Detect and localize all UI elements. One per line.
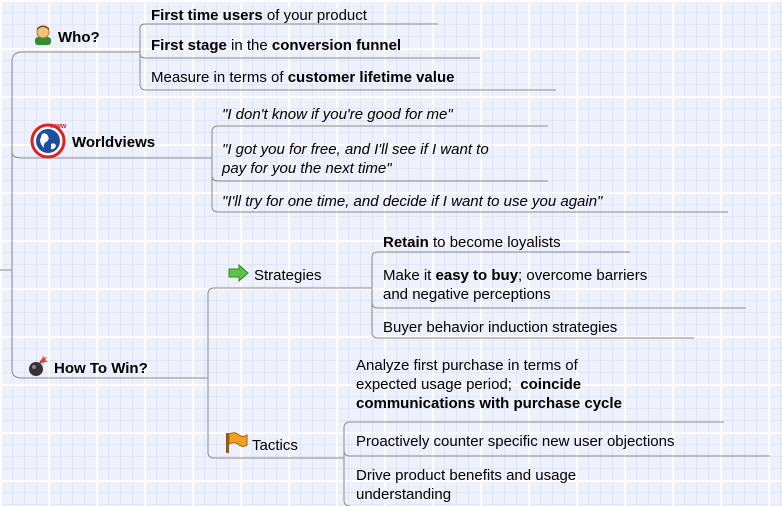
- tactic-item-1-line-3: communications with purchase cycle: [356, 395, 622, 412]
- who-item-3[interactable]: Measure in terms of customer lifetime va…: [151, 68, 454, 87]
- who-item-2[interactable]: First stage in the conversion funnel: [151, 36, 401, 55]
- worldview-item-2-line-2: pay for you the next time": [222, 160, 392, 177]
- who-item-2-text: in the: [226, 37, 272, 54]
- topic-how-to-win-label: How To Win?: [54, 359, 148, 377]
- tactic-item-3[interactable]: Drive product benefits and usage underst…: [356, 466, 576, 504]
- strategy-item-1-bold: Retain: [383, 234, 429, 251]
- topic-how-to-win[interactable]: How To Win?: [26, 354, 148, 382]
- globe-www-icon: www: [28, 120, 68, 164]
- tactic-item-3-line-2: understanding: [356, 486, 452, 503]
- tactic-item-2[interactable]: Proactively counter specific new user ob…: [356, 432, 675, 451]
- subtopic-strategies[interactable]: Strategies: [228, 263, 322, 286]
- tactic-item-1-line-1: Analyze first purchase in terms of: [356, 357, 578, 374]
- person-icon: [32, 24, 54, 50]
- tactic-item-1[interactable]: Analyze first purchase in terms of expec…: [356, 356, 622, 413]
- strategy-item-1[interactable]: Retain to become loyalists: [383, 233, 561, 252]
- strategy-item-1-text: to become loyalists: [428, 234, 561, 251]
- flag-icon: [224, 432, 248, 458]
- subtopic-strategies-label: Strategies: [254, 266, 322, 284]
- topic-who[interactable]: Who?: [32, 24, 100, 50]
- who-item-3-bold: customer lifetime value: [287, 69, 455, 86]
- worldview-item-1[interactable]: "I don't know if you're good for me": [222, 105, 453, 124]
- strategy-item-2-bold: easy to buy: [435, 267, 519, 284]
- strategy-item-2[interactable]: Make it easy to buy; overcome barriers a…: [383, 266, 647, 304]
- subtopic-tactics[interactable]: Tactics: [224, 432, 298, 458]
- tactic-item-1-bold: coincide: [520, 376, 582, 393]
- tactic-item-3-line-1: Drive product benefits and usage: [356, 467, 577, 484]
- subtopic-tactics-label: Tactics: [252, 436, 298, 454]
- tactic-item-1-line-2: expected usage period;: [356, 376, 521, 393]
- strategy-item-2-text-2: ; overcome barriers: [518, 267, 648, 284]
- green-arrow-icon: [228, 263, 250, 286]
- strategy-item-2-text: Make it: [383, 267, 436, 284]
- who-item-3-text: Measure in terms of: [151, 69, 288, 86]
- worldview-item-2-line-1: "I got you for free, and I'll see if I w…: [222, 141, 489, 158]
- topic-worldviews[interactable]: www Worldviews: [28, 120, 155, 164]
- strategy-item-2-line-2: and negative perceptions: [383, 286, 551, 303]
- who-item-1-bold: First time users: [151, 7, 263, 24]
- topic-worldviews-label: Worldviews: [72, 133, 156, 151]
- who-item-1[interactable]: First time users of your product: [151, 6, 367, 25]
- worldview-item-3[interactable]: "I'll try for one time, and decide if I …: [222, 192, 602, 211]
- worldview-item-2[interactable]: "I got you for free, and I'll see if I w…: [222, 140, 489, 178]
- svg-text:www: www: [49, 123, 67, 130]
- who-item-2-bold: First stage: [151, 37, 227, 54]
- who-item-2-bold-2: conversion funnel: [271, 37, 402, 54]
- bomb-icon: [26, 354, 50, 382]
- topic-who-label: Who?: [58, 28, 100, 46]
- strategy-item-3[interactable]: Buyer behavior induction strategies: [383, 318, 617, 337]
- who-item-1-text: of your product: [262, 7, 367, 24]
